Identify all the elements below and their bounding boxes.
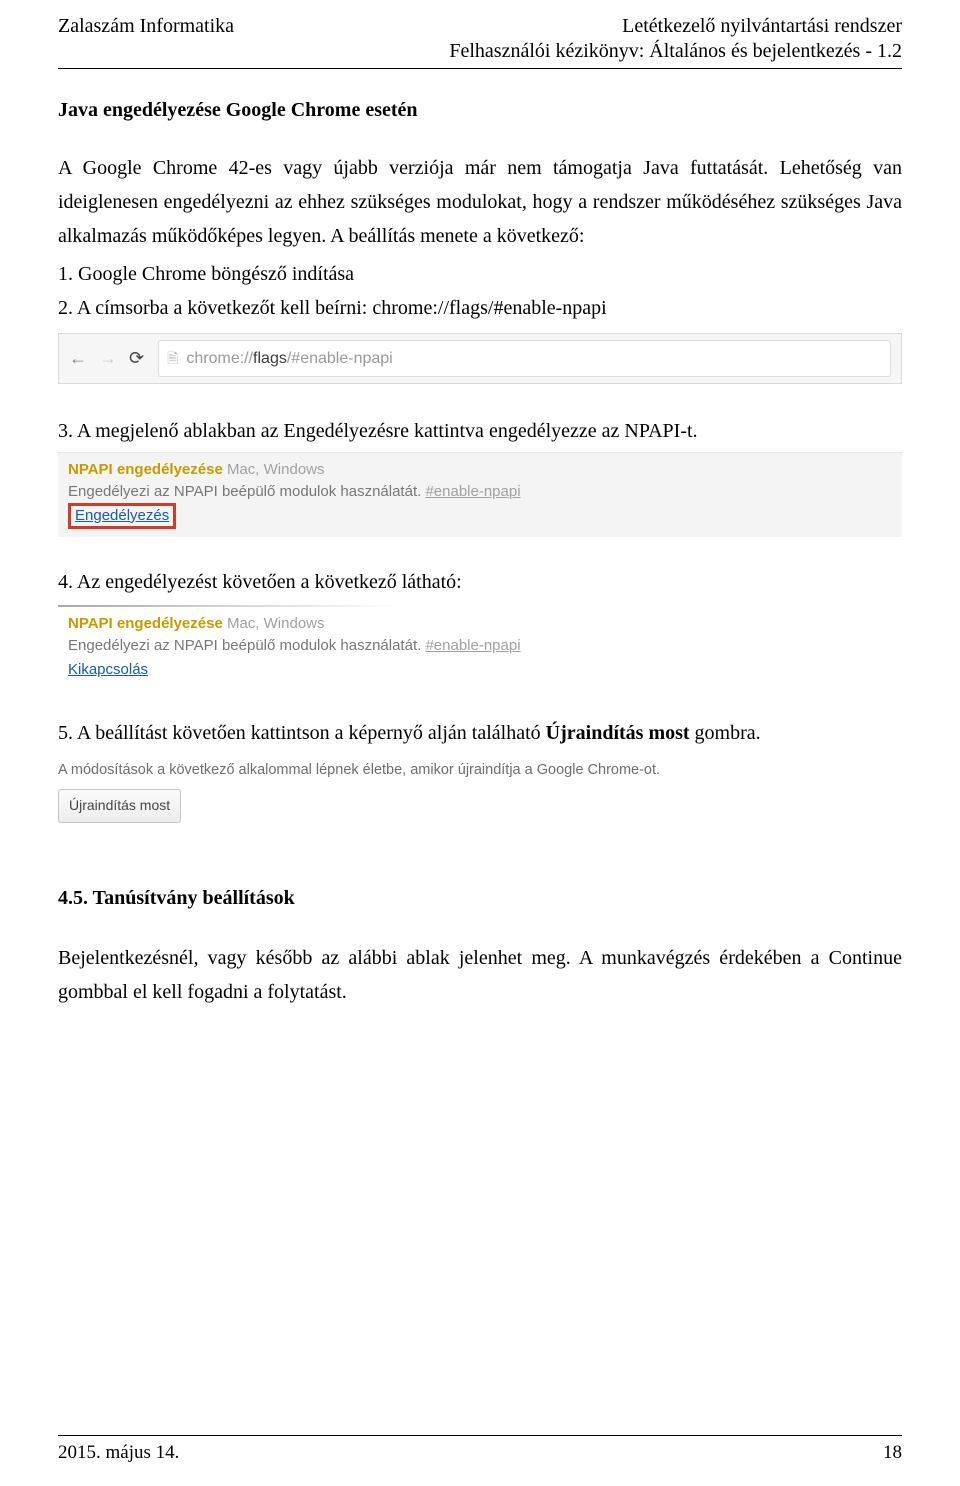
header-right-line1: Letétkezelő nyilvántartási rendszer [449, 14, 902, 39]
step-5: 5. A beállítást követően kattintson a ké… [58, 716, 902, 750]
intro-paragraph: A Google Chrome 42-es vagy újabb verziój… [58, 151, 902, 253]
omnibox[interactable]: 🗎 chrome://flags/#enable-npapi [158, 340, 891, 377]
url-scheme: chrome:// [186, 350, 253, 367]
restart-now-emphasis: Újraindítás most [546, 722, 690, 744]
npapi-desc: Engedélyezi az NPAPI beépülő modulok has… [68, 483, 421, 500]
npapi-hash: #enable-npapi [425, 483, 520, 500]
step-1: 1. Google Chrome böngésző indítása [58, 257, 902, 291]
enable-highlight-box: Engedélyezés [68, 503, 176, 530]
step-3: 3. A megjelenő ablakban az Engedélyezésr… [58, 414, 902, 448]
step-2: 2. A címsorba a következőt kell beírni: … [58, 291, 902, 325]
subheading-4-5: 4.5. Tanúsítvány beállítások [58, 881, 902, 915]
enable-link[interactable]: Engedélyezés [75, 508, 169, 525]
section-title: Java engedélyezése Google Chrome esetén [58, 93, 902, 127]
npapi-desc-2: Engedélyezi az NPAPI beépülő modulok has… [68, 637, 421, 654]
npapi-platforms: Mac, Windows [227, 461, 325, 478]
npapi-hash-2: #enable-npapi [425, 637, 520, 654]
restart-panel: A módosítások a következő alkalommal lép… [58, 758, 902, 822]
footer-page-number: 18 [883, 1442, 902, 1464]
forward-icon[interactable]: → [99, 343, 117, 374]
chrome-address-bar: ← → ⟳ 🗎 chrome://flags/#enable-npapi [58, 333, 902, 384]
footer-date: 2015. május 14. [58, 1442, 179, 1464]
header-right-line2: Felhasználói kézikönyv: Általános és bej… [449, 39, 902, 64]
npapi-platforms-2: Mac, Windows [227, 615, 325, 632]
header-left: Zalaszám Informatika [58, 14, 234, 64]
page-icon: 🗎 [167, 347, 178, 371]
restart-now-button[interactable]: Újraindítás most [58, 789, 181, 823]
back-icon[interactable]: ← [69, 343, 87, 374]
footer-divider [58, 1435, 902, 1436]
url-host: flags [253, 350, 287, 367]
npapi-title: NPAPI engedélyezése [68, 461, 223, 478]
npapi-enable-panel: NPAPI engedélyezése Mac, Windows Engedél… [58, 452, 902, 537]
npapi-title-2: NPAPI engedélyezése [68, 615, 223, 632]
url-rest: /#enable-npapi [287, 350, 393, 367]
closing-paragraph: Bejelentkezésnél, vagy később az alábbi … [58, 941, 902, 1009]
disable-link[interactable]: Kikapcsolás [68, 659, 148, 681]
step-4: 4. Az engedélyezést követően a következő… [58, 565, 902, 599]
header-divider [58, 68, 902, 69]
restart-note: A módosítások a következő alkalommal lép… [58, 758, 902, 783]
npapi-disable-panel: NPAPI engedélyezése Mac, Windows Engedél… [58, 607, 902, 688]
reload-icon[interactable]: ⟳ [129, 343, 144, 374]
